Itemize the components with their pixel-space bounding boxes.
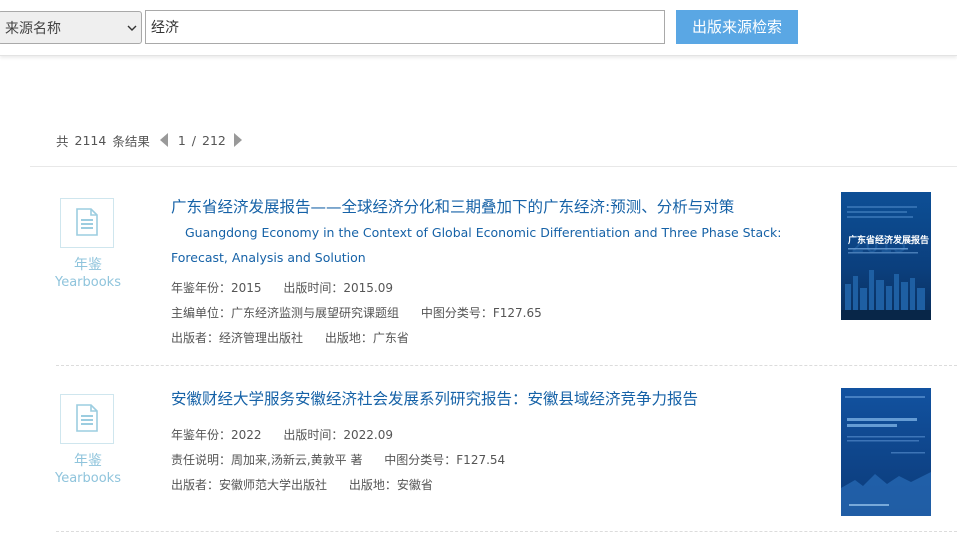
source-type-select[interactable]: 来源名称	[0, 11, 142, 44]
result-suffix: 条结果	[112, 133, 150, 149]
result-meta-line: 出版者：安徽师范大学出版社 出版地：安徽省	[171, 476, 451, 493]
book-cover-image[interactable]	[841, 388, 931, 516]
result-meta-line: 出版者：经济管理出版社 出版地：广东省	[171, 329, 427, 346]
meta-classification: 中图分类号：F127.54	[384, 453, 506, 467]
cover-title: 广东省经济发展报告	[848, 234, 929, 246]
type-label-en: Yearbooks	[55, 275, 121, 290]
meta-publisher: 出版者：经济管理出版社	[171, 331, 304, 345]
result-title-link[interactable]: 广东省经济发展报告——全球经济分化和三期叠加下的广东经济:预测、分析与对策	[171, 195, 734, 217]
next-page-icon[interactable]	[233, 133, 242, 147]
result-title-link[interactable]: 安徽财经大学服务安徽经济社会发展系列研究报告：安徽县域经济竞争力报告	[171, 387, 698, 409]
chevron-down-icon	[123, 25, 141, 31]
meta-classification: 中图分类号：F127.65	[420, 306, 542, 320]
result-total: 2114	[74, 132, 107, 148]
meta-editor: 主编单位：广东经济监测与展望研究课题组	[171, 306, 400, 320]
source-type-label: 来源名称	[5, 20, 61, 37]
type-label: 年鉴	[74, 257, 102, 273]
result-summary: 共 2114 条结果 1 / 212	[56, 131, 252, 149]
meta-publisher: 出版者：安徽师范大学出版社	[171, 478, 328, 492]
divider	[30, 166, 957, 167]
current-page: 1	[177, 132, 186, 148]
page-separator: /	[191, 132, 197, 148]
meta-responsibility: 责任说明：周加来,汤新云,黄敦平 著	[171, 453, 363, 467]
search-input[interactable]	[145, 10, 665, 44]
item-separator	[56, 531, 957, 532]
search-button[interactable]: 出版来源检索	[676, 10, 798, 44]
type-label: 年鉴	[74, 453, 102, 469]
result-subtitle: Guangdong Economy in the Context of Glob…	[171, 225, 782, 265]
yearbook-icon	[56, 390, 118, 448]
total-pages: 212	[202, 132, 226, 148]
meta-year: 年鉴年份：2015	[171, 281, 262, 295]
item-separator	[56, 365, 957, 366]
meta-place: 出版地：安徽省	[348, 478, 433, 492]
result-prefix: 共	[56, 133, 69, 149]
meta-publish-date: 出版时间：2022.09	[283, 428, 393, 442]
book-cover-image[interactable]: 2015 广东省经济发展报告	[841, 192, 931, 320]
result-item: 年鉴 Yearbooks 安徽财经大学服务安徽经济社会发展系列研究报告：安徽县域…	[30, 386, 957, 532]
result-item: 年鉴 Yearbooks 广东省经济发展报告——全球经济分化和三期叠加下的广东经…	[30, 190, 957, 366]
prev-page-icon[interactable]	[159, 133, 168, 147]
result-meta-line: 主编单位：广东经济监测与展望研究课题组 中图分类号：F127.65	[171, 304, 560, 321]
result-meta-line: 责任说明：周加来,汤新云,黄敦平 著 中图分类号：F127.54	[171, 451, 523, 468]
meta-year: 年鉴年份：2022	[171, 428, 262, 442]
meta-place: 出版地：广东省	[324, 331, 409, 345]
meta-publish-date: 出版时间：2015.09	[283, 281, 393, 295]
search-bar: 来源名称 出版来源检索	[0, 0, 957, 56]
result-meta-line: 年鉴年份：2022 出版时间：2022.09	[171, 426, 411, 443]
yearbook-icon	[56, 194, 118, 252]
result-meta-line: 年鉴年份：2015 出版时间：2015.09	[171, 279, 411, 296]
type-label-en: Yearbooks	[55, 471, 121, 486]
